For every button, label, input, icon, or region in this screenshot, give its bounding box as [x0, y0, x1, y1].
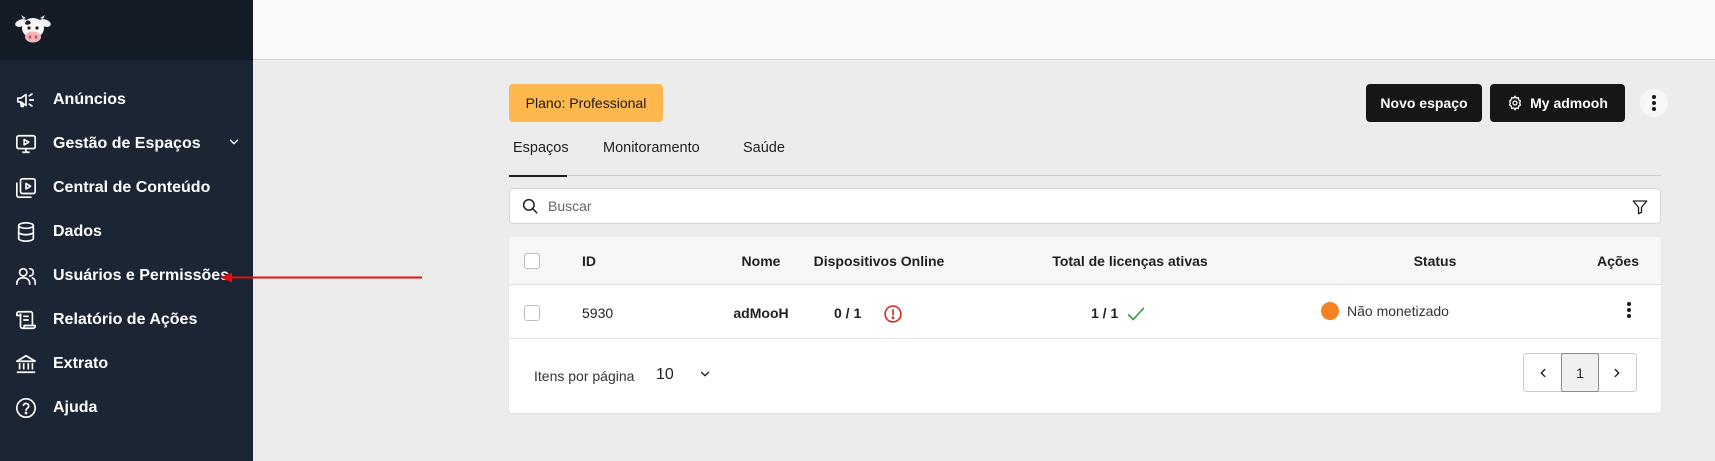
- logo-area: [0, 0, 253, 60]
- search-bar: [509, 188, 1661, 224]
- screen-play-icon: [14, 132, 38, 156]
- cow-logo-icon[interactable]: [14, 15, 52, 45]
- pager: 1: [1523, 353, 1637, 392]
- sidebar-item-label: Anúncios: [53, 91, 126, 108]
- sidebar-item-label: Ajuda: [53, 399, 98, 416]
- items-per-page-select[interactable]: 10: [656, 363, 716, 387]
- more-options-button[interactable]: [1640, 89, 1668, 117]
- filter-icon[interactable]: [1631, 198, 1649, 216]
- column-header-status[interactable]: Status: [1400, 253, 1470, 269]
- media-library-icon: [14, 176, 38, 200]
- search-input[interactable]: [548, 198, 1598, 214]
- my-admooh-label: My admooh: [1530, 95, 1608, 111]
- sidebar: Anúncios Gestão de Espaços Central de Co…: [0, 0, 253, 461]
- kebab-menu-icon: [1651, 94, 1657, 112]
- select-all-checkbox[interactable]: [524, 253, 540, 269]
- sidebar-item-usuarios-e-permissoes[interactable]: Usuários e Permissões: [0, 254, 253, 298]
- warning-icon: [883, 304, 903, 324]
- help-circle-icon: [14, 396, 38, 420]
- column-header-licencas-ativas[interactable]: Total de licenças ativas: [1030, 253, 1230, 269]
- row-actions-kebab-icon[interactable]: [1626, 301, 1632, 319]
- sidebar-item-central-de-conteudo[interactable]: Central de Conteúdo: [0, 166, 253, 210]
- cell-devices-online: 0 / 1: [834, 305, 862, 321]
- column-header-acoes: Ações: [1596, 253, 1640, 269]
- sidebar-item-dados[interactable]: Dados: [0, 210, 253, 254]
- items-per-page-label: Itens por página: [534, 368, 635, 384]
- page-button-current[interactable]: 1: [1561, 353, 1599, 392]
- my-admooh-button[interactable]: My admooh: [1490, 84, 1625, 122]
- sidebar-item-label: Relatório de Ações: [53, 311, 198, 328]
- gear-icon: [1507, 95, 1523, 111]
- sidebar-item-label: Extrato: [53, 355, 109, 372]
- next-page-button[interactable]: [1599, 354, 1636, 391]
- column-header-id[interactable]: ID: [582, 253, 596, 269]
- top-bar: [253, 0, 1715, 60]
- sidebar-item-gestao-de-espacos[interactable]: Gestão de Espaços: [0, 122, 253, 166]
- sidebar-item-label: Dados: [53, 223, 102, 240]
- search-icon: [521, 197, 539, 215]
- report-scroll-icon: [14, 308, 38, 332]
- check-icon: [1125, 303, 1147, 325]
- status-dot: [1321, 302, 1339, 320]
- tab-bar: Espaços Monitoramento Saúde: [509, 136, 1661, 177]
- sidebar-item-label: Central de Conteúdo: [53, 179, 211, 196]
- chevron-right-icon: [1610, 366, 1624, 380]
- sidebar-item-anuncios[interactable]: Anúncios: [0, 78, 253, 122]
- status-badge: Não monetizado: [1347, 303, 1449, 319]
- sidebar-item-ajuda[interactable]: Ajuda: [0, 386, 253, 430]
- sidebar-item-label: Gestão de Espaços: [53, 135, 201, 152]
- bank-icon: [14, 352, 38, 376]
- previous-page-button[interactable]: [1524, 354, 1561, 391]
- sidebar-item-label: Usuários e Permissões: [53, 267, 230, 284]
- cell-name[interactable]: adMooH: [711, 305, 811, 321]
- table-header: ID Nome Dispositivos Online Total de lic…: [509, 237, 1661, 285]
- tab-espacos[interactable]: Espaços: [509, 136, 569, 177]
- annotation-arrow-icon: [220, 272, 422, 283]
- users-icon: [14, 264, 38, 288]
- items-per-page-value: 10: [656, 366, 674, 383]
- chevron-down-icon[interactable]: [227, 135, 241, 154]
- spaces-table: ID Nome Dispositivos Online Total de lic…: [509, 237, 1661, 413]
- database-icon: [14, 220, 38, 244]
- sidebar-item-extrato[interactable]: Extrato: [0, 342, 253, 386]
- cell-id: 5930: [582, 305, 614, 321]
- chevron-left-icon: [1536, 366, 1550, 380]
- sidebar-nav: Anúncios Gestão de Espaços Central de Co…: [0, 78, 253, 430]
- table-row[interactable]: 5930 adMooH 0 / 1 1 / 1 Não monetizado: [509, 286, 1661, 339]
- tab-saude[interactable]: Saúde: [743, 136, 785, 176]
- sidebar-item-relatorio-de-acoes[interactable]: Relatório de Ações: [0, 298, 253, 342]
- tab-monitoramento[interactable]: Monitoramento: [603, 136, 700, 176]
- pagination-bar: Itens por página 10 1: [509, 339, 1661, 413]
- row-checkbox[interactable]: [524, 305, 540, 321]
- column-header-dispositivos-online[interactable]: Dispositivos Online: [804, 253, 954, 269]
- new-space-button[interactable]: Novo espaço: [1366, 84, 1482, 122]
- chevron-down-icon: [698, 367, 712, 381]
- column-header-nome[interactable]: Nome: [711, 253, 811, 269]
- plan-badge: Plano: Professional: [509, 84, 663, 122]
- cell-licenses: 1 / 1: [1091, 305, 1119, 321]
- megaphone-icon: [14, 88, 38, 112]
